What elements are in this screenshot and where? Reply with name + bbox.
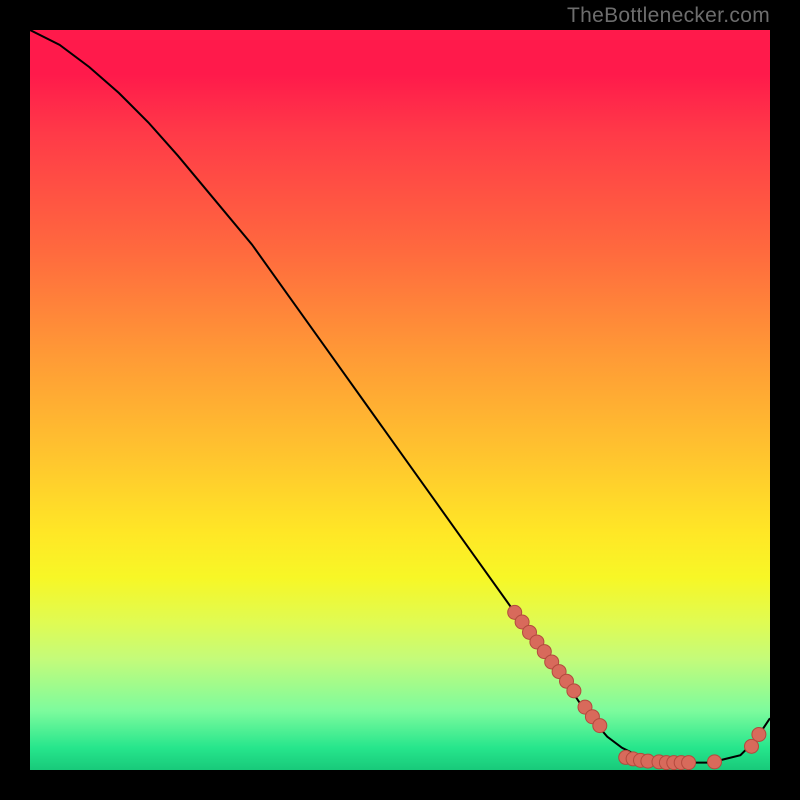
curve-markers bbox=[508, 605, 766, 769]
bottleneck-curve-line bbox=[30, 30, 770, 763]
curve-marker bbox=[752, 727, 766, 741]
curve-marker bbox=[708, 755, 722, 769]
plot-area bbox=[30, 30, 770, 770]
watermark-text: TheBottlenecker.com bbox=[567, 4, 770, 28]
chart-stage: TheBottlenecker.com bbox=[0, 0, 800, 800]
chart-svg bbox=[30, 30, 770, 770]
curve-marker bbox=[682, 756, 696, 770]
curve-marker bbox=[593, 719, 607, 733]
curve-marker bbox=[567, 684, 581, 698]
